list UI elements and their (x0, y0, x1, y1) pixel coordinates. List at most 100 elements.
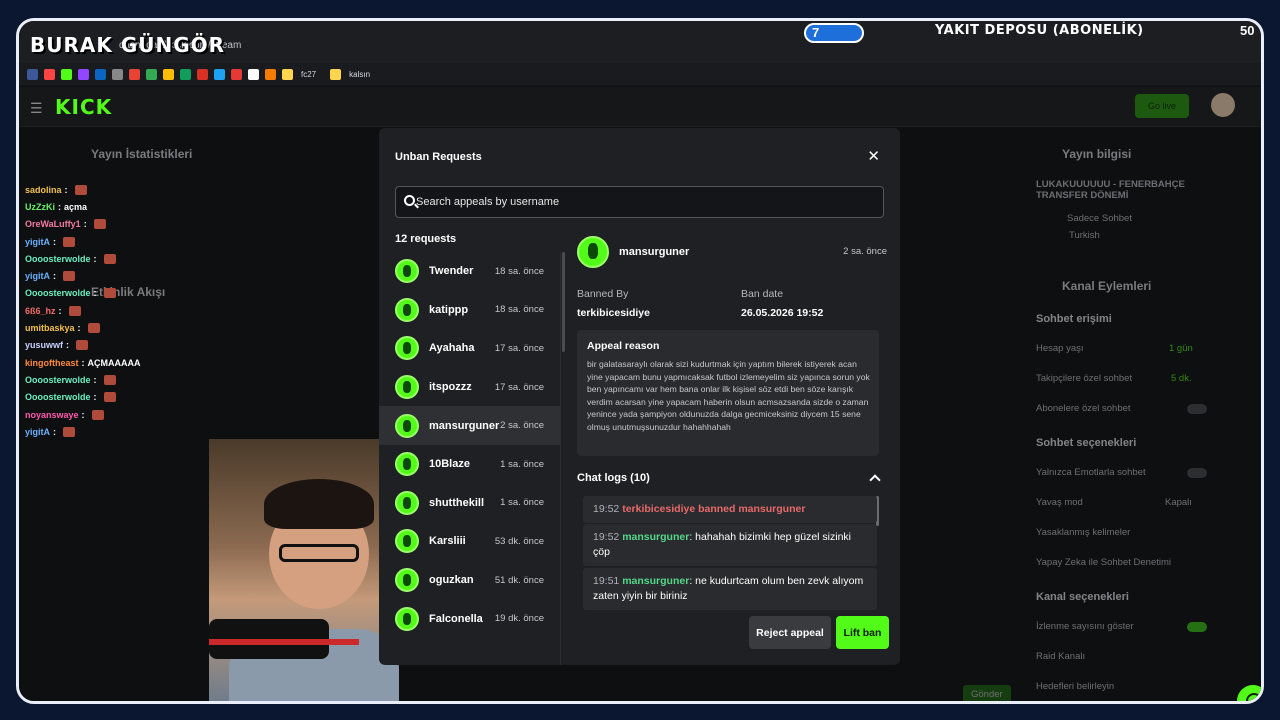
streamer-logo: BURAK GÜNGÖR (30, 33, 226, 57)
kick-logo[interactable]: KICK (55, 95, 112, 119)
bookmark-icon[interactable] (27, 68, 38, 80)
subs-only-toggle[interactable] (1187, 404, 1207, 414)
goal-target: 50 (1240, 23, 1255, 38)
log-time: 19:52 (593, 503, 620, 515)
chevron-up-icon[interactable] (869, 474, 881, 486)
slow-mode-setting[interactable]: Yavaş mod (1036, 497, 1083, 508)
emote-only-setting[interactable]: Yalnızca Emotlarla sohbet (1036, 467, 1146, 478)
request-item[interactable]: Twender 18 sa. önce (379, 252, 560, 291)
banned-words-setting[interactable]: Yasaklanmış kelimeler (1036, 527, 1130, 538)
request-item[interactable]: Falconella 19 dk. önce (379, 599, 560, 638)
bookmark-icon[interactable] (44, 68, 55, 80)
emote-icon (103, 392, 116, 403)
emote-only-toggle[interactable] (1187, 468, 1207, 478)
go-live-button[interactable]: Go live (1135, 94, 1189, 118)
chat-username[interactable]: 6ß6_hz (25, 306, 56, 316)
followers-only-value: 5 dk. (1171, 373, 1192, 384)
stats-panel-title: Yayın İstatistikleri (91, 147, 193, 161)
chat-username[interactable]: OreWaLuffy1 (25, 219, 81, 229)
chat-username[interactable]: noyanswaye (25, 410, 79, 420)
request-item[interactable]: 10Blaze 1 sa. önce (379, 445, 560, 484)
chat-username[interactable]: yigitA (25, 271, 50, 281)
chat-username[interactable]: yigitA (25, 427, 50, 437)
request-time: 1 sa. önce (500, 458, 544, 470)
avatar (395, 297, 419, 322)
chat-username[interactable]: sadolina (25, 185, 62, 195)
webcam-glasses (279, 544, 359, 562)
search-input[interactable] (416, 193, 876, 211)
account-age-setting[interactable]: Hesap yaşı (1036, 343, 1084, 354)
avatar (395, 413, 419, 438)
send-button[interactable]: Gönder (963, 685, 1011, 701)
bookmark-icon[interactable] (231, 68, 242, 80)
bookmark-icon[interactable] (265, 68, 276, 80)
chat-username[interactable]: Oooosterwolde (25, 254, 91, 264)
request-username: mansurguner (429, 419, 500, 432)
ai-moderation-setting[interactable]: Yapay Zeka ile Sohbet Denetimi (1036, 557, 1171, 568)
reject-appeal-button[interactable]: Reject appeal (749, 616, 831, 649)
bookmark-icon[interactable] (112, 68, 123, 80)
bookmark-icon[interactable] (146, 68, 157, 80)
bookmark-icon[interactable] (129, 68, 140, 80)
request-username: Karsliii (429, 535, 466, 548)
emote-icon (63, 426, 76, 437)
targets-setting[interactable]: Hedefleri belirleyin (1036, 681, 1114, 692)
lift-ban-button[interactable]: Lift ban (836, 616, 889, 649)
request-item[interactable]: katippp 18 sa. önce (379, 291, 560, 330)
chat-username[interactable]: yusuwwf (25, 340, 63, 350)
request-item[interactable]: shutthekill 1 sa. önce (379, 484, 560, 523)
avatar (395, 568, 419, 593)
avatar (395, 490, 419, 515)
show-views-setting[interactable]: İzlenme sayısını göster (1036, 621, 1134, 632)
request-item[interactable]: oguzkan 51 dk. önce (379, 561, 560, 600)
chat-username[interactable]: kingoftheast (25, 358, 79, 368)
bookmark-folder-fc27[interactable]: fc27 (301, 70, 316, 79)
request-time: 18 sa. önce (494, 304, 544, 316)
bookmark-icon[interactable] (163, 68, 174, 80)
bookmark-folder-kalsin[interactable]: kalsın (349, 70, 370, 79)
request-username: oguzkan (429, 574, 474, 587)
chat-username[interactable]: umitbaskya (25, 323, 75, 333)
request-username: Falconella (429, 612, 483, 625)
close-icon[interactable]: ✕ (867, 147, 880, 165)
request-item[interactable]: Karsliii 53 dk. önce (379, 522, 560, 561)
chat-username[interactable]: Oooosterwolde (25, 375, 91, 385)
list-scrollbar[interactable] (562, 252, 565, 352)
chat-message: yigitA: (25, 267, 375, 284)
show-views-toggle[interactable] (1187, 622, 1207, 632)
bookmark-icon[interactable] (180, 68, 191, 80)
log-time: 19:52 (593, 531, 620, 543)
chat-message: Oooosterwolde: (25, 285, 375, 302)
followers-only-setting[interactable]: Takipçilere özel sohbet (1036, 373, 1132, 384)
request-item[interactable]: Ayahaha 17 sa. önce (379, 329, 560, 368)
bookmark-icon[interactable] (214, 68, 225, 80)
bookmark-icon[interactable] (95, 68, 106, 80)
log-user[interactable]: mansurguner (622, 575, 689, 587)
folder-icon[interactable] (330, 68, 342, 80)
folder-icon[interactable] (282, 68, 293, 80)
chat-logs-heading[interactable]: Chat logs (10) (577, 472, 650, 484)
request-item[interactable]: mansurguner 2 sa. önce (379, 406, 560, 445)
request-time: 2 sa. önce (500, 420, 544, 432)
bookmark-icon[interactable] (78, 68, 89, 80)
request-item[interactable]: itspozzz 17 sa. önce (379, 368, 560, 407)
bookmark-icon[interactable] (248, 68, 259, 80)
menu-icon[interactable]: ☰ (30, 100, 43, 117)
chat-message: umitbaskya: (25, 319, 375, 336)
request-username: Ayahaha (429, 342, 475, 355)
ban-date-value: 26.05.2026 19:52 (741, 307, 824, 319)
search-box (395, 186, 884, 218)
subs-only-setting[interactable]: Abonelere özel sohbet (1036, 403, 1131, 414)
avatar[interactable] (1211, 93, 1235, 117)
log-user[interactable]: mansurguner (622, 531, 689, 543)
chat-username[interactable]: Oooosterwolde (25, 288, 91, 298)
request-time: 19 dk. önce (494, 613, 544, 625)
raid-channel-setting[interactable]: Raid Kanalı (1036, 651, 1085, 662)
bookmark-icon[interactable] (197, 68, 208, 80)
emote-icon (63, 236, 76, 247)
chat-username[interactable]: UzZzKi (25, 202, 55, 212)
chat-username[interactable]: Oooosterwolde (25, 392, 91, 402)
bookmark-icon[interactable] (61, 68, 72, 80)
chat-username[interactable]: yigitA (25, 237, 50, 247)
request-username: shutthekill (429, 496, 485, 509)
